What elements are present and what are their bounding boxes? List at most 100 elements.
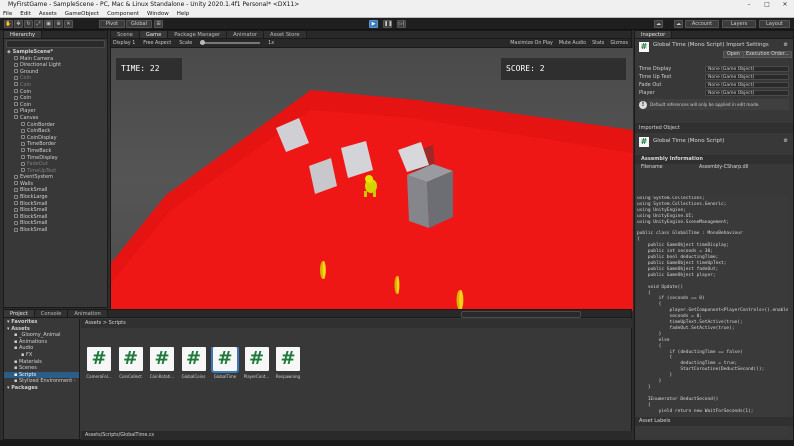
tab-console[interactable]: Console (34, 310, 69, 317)
layout-dropdown[interactable]: Layout (759, 20, 790, 28)
script-asset[interactable]: # GlobalTime (211, 347, 239, 379)
project-folder-item[interactable]: ▪ Materials (4, 359, 79, 366)
pivot-toggle[interactable]: Pivot (99, 20, 125, 28)
hierarchy-item[interactable]: Player (4, 108, 107, 115)
tab-animator[interactable]: Animator (227, 31, 265, 38)
script-settings-icon[interactable]: ⚙ (784, 138, 788, 144)
hierarchy-item[interactable]: TimeBack (4, 148, 107, 155)
tab-project[interactable]: Project (4, 310, 35, 317)
object-field-input[interactable]: None (Game Object) (705, 74, 789, 80)
hierarchy-search-input[interactable] (6, 40, 105, 48)
rotate-tool-icon[interactable]: ↻ (24, 20, 33, 28)
project-folder-item[interactable]: ▾ Packages (4, 385, 79, 392)
close-icon[interactable]: ✕ (776, 0, 794, 10)
maximize-icon[interactable]: □ (758, 0, 776, 10)
script-asset[interactable]: # PlayerCont... (243, 347, 271, 379)
collab-icon[interactable]: ☁ (654, 20, 663, 28)
project-folder-item[interactable]: ▪ Scripts (4, 371, 79, 379)
hierarchy-item[interactable]: Coin (4, 75, 107, 82)
stats-toggle[interactable]: Stats (592, 41, 604, 46)
hierarchy-item[interactable]: BlockSmall (4, 187, 107, 194)
hierarchy-item[interactable]: Coin (4, 102, 107, 109)
hierarchy-item[interactable]: BlockSmall (4, 214, 107, 221)
hierarchy-item[interactable]: TimeUpText (4, 168, 107, 175)
menu-file[interactable]: File (3, 10, 12, 17)
aspect-dropdown[interactable]: Free Aspect (143, 41, 171, 46)
tab-package-manager[interactable]: Package Manager (168, 31, 228, 38)
menu-edit[interactable]: Edit (20, 10, 31, 17)
project-folder-item[interactable]: ▪ FX (4, 352, 79, 359)
hierarchy-item[interactable]: CoinBack (4, 128, 107, 135)
global-toggle[interactable]: Global (126, 20, 152, 28)
hierarchy-item[interactable]: Walls (4, 181, 107, 188)
play-button[interactable]: ▶ (369, 20, 378, 28)
hierarchy-item[interactable]: Coin (4, 82, 107, 89)
hierarchy-item[interactable]: TimeBorder (4, 141, 107, 148)
layers-dropdown[interactable]: Layers (722, 20, 756, 28)
script-asset[interactable]: # CoinRotati... (148, 347, 176, 379)
hand-tool-icon[interactable]: ✋ (4, 20, 13, 28)
hierarchy-item[interactable]: BlockSmall (4, 220, 107, 227)
pause-button[interactable]: ❚❚ (383, 20, 392, 28)
project-folder-item[interactable]: ▪ _Gloomy_Animal (4, 332, 79, 339)
tab-scene[interactable]: Scene (111, 31, 140, 38)
tab-animation[interactable]: Animation (68, 310, 108, 317)
cloud-icon[interactable]: ☁ (674, 20, 683, 28)
hierarchy-item[interactable]: Coin (4, 89, 107, 96)
scene-root[interactable]: ◈ SampleScene* (4, 49, 107, 56)
hierarchy-item[interactable]: CoinDisplay (4, 135, 107, 142)
project-breadcrumb[interactable]: Assets > Scripts (81, 319, 632, 328)
project-search-input[interactable] (461, 311, 581, 318)
open-button[interactable]: Open (723, 51, 744, 58)
hierarchy-item[interactable]: BlockSmall (4, 227, 107, 234)
hierarchy-item[interactable]: CoinBorder (4, 122, 107, 129)
scale-tool-icon[interactable]: ⤢ (34, 20, 43, 28)
hierarchy-item[interactable]: Coin (4, 95, 107, 102)
hierarchy-item[interactable]: TimeDisplay (4, 155, 107, 162)
account-dropdown[interactable]: Account (685, 20, 719, 28)
menu-help[interactable]: Help (177, 10, 190, 17)
hierarchy-item[interactable]: Ground (4, 69, 107, 76)
script-asset[interactable]: # CameraFol... (85, 347, 113, 379)
hierarchy-item[interactable]: BlockLarge (4, 194, 107, 201)
tab-inspector[interactable]: Inspector (635, 31, 673, 38)
hierarchy-item[interactable]: FadeOut (4, 161, 107, 168)
script-asset[interactable]: # GlobalCoins (180, 347, 208, 379)
hierarchy-item[interactable]: BlockSmall (4, 201, 107, 208)
script-asset[interactable]: # Respawning (274, 347, 302, 379)
maximize-on-play-toggle[interactable]: Maximize On Play (510, 41, 553, 46)
project-folder-item[interactable]: ▾ Favorites (4, 319, 79, 326)
hierarchy-item[interactable]: Canvas (4, 115, 107, 122)
menu-gameobject[interactable]: GameObject (65, 10, 99, 17)
hierarchy-item[interactable]: EventSystem (4, 174, 107, 181)
project-folder-item[interactable]: ▪ Scenes (4, 365, 79, 372)
transform-tool-icon[interactable]: ⊕ (54, 20, 63, 28)
snap-icon[interactable]: ⊞ (154, 20, 163, 28)
project-folder-item[interactable]: ▾ Assets (4, 326, 79, 333)
execution-order-button[interactable]: Execution Order... (743, 51, 792, 58)
tab-game[interactable]: Game (139, 31, 169, 38)
gizmos-dropdown[interactable]: Gizmos (610, 41, 628, 46)
hierarchy-item[interactable]: Directional Light (4, 62, 107, 69)
step-button[interactable]: ▷| (397, 20, 406, 28)
project-folder-item[interactable]: ▪ Audio (4, 345, 79, 352)
object-field-input[interactable]: None (Game Object) (705, 90, 789, 96)
menu-assets[interactable]: Assets (39, 10, 57, 17)
rect-tool-icon[interactable]: ▣ (44, 20, 53, 28)
minimize-icon[interactable]: – (740, 0, 758, 10)
menu-window[interactable]: Window (147, 10, 169, 17)
custom-tool-icon[interactable]: ✕ (64, 20, 73, 28)
project-folder-item[interactable]: ▪ Stylized Environment - (4, 378, 79, 385)
object-field-input[interactable]: None (Game Object) (705, 66, 789, 72)
mute-audio-toggle[interactable]: Mute Audio (559, 41, 586, 46)
scale-slider[interactable] (200, 40, 261, 45)
script-asset[interactable]: # CoinCollect (117, 347, 145, 379)
menu-component[interactable]: Component (107, 10, 139, 17)
object-field-input[interactable]: None (Game Object) (705, 82, 789, 88)
game-view[interactable]: TIME: 22 SCORE: 2 (111, 48, 633, 311)
tab-asset-store[interactable]: Asset Store (264, 31, 307, 38)
project-folder-item[interactable]: ▪ Animations (4, 339, 79, 346)
move-tool-icon[interactable]: ✥ (14, 20, 23, 28)
tab-hierarchy[interactable]: Hierarchy (4, 31, 43, 38)
display-dropdown[interactable]: Display 1 (113, 41, 135, 46)
